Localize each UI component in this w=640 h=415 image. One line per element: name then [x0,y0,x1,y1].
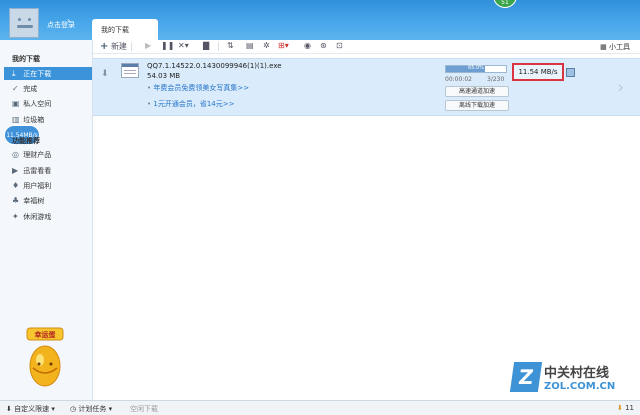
sidebar-item-private[interactable]: ▣ 私人空间 [12,99,92,111]
avatar-mouth [17,25,33,28]
task-filename: QQ7.1.14522.0.1430099946(1)(1).exe [147,62,282,70]
sidebar-item-label: 休闲游戏 [23,213,52,221]
toolbar-divider [131,42,132,51]
sort-icon[interactable]: ⇅ [227,41,234,50]
notification-badge[interactable]: 51 [493,0,517,8]
sidebar-item-games[interactable]: ✦ 休闲游戏 [12,212,92,224]
status-count: ⬇ 11 [617,404,634,412]
tools-grid-icon: ▦ [600,43,607,51]
avatar-eye [28,18,31,21]
gamepad-tool-icon[interactable]: ⊡ [336,41,343,50]
settings-gear-icon[interactable]: ✲ [263,41,270,50]
promo-link-vip[interactable]: • 年费会员免费领美女写真集>> [147,83,249,93]
download-list: ⬇ QQ7.1.14522.0.1430099946(1)(1).exe 54.… [93,55,640,400]
avatar-eye [18,18,21,21]
promo-link-membership[interactable]: • 1元开通会员，省14元>> [147,99,234,109]
tab-label: 我的下载 [101,26,129,34]
download-icon: ⤓ [12,69,16,78]
sidebar-item-label: 私人空间 [23,100,52,108]
exe-file-icon [121,63,139,78]
connection-counter: 3/230 [487,76,505,83]
plus-icon: + [100,41,109,52]
tree-icon: ♣ [12,196,20,205]
video-icon: ▶ [12,166,19,175]
sidebar-section-recommend: 功能推荐 [12,137,40,145]
sidebar-item-label: 垃圾箱 [23,116,45,124]
pause-icon[interactable]: ❚❚ [161,41,174,50]
tools-button[interactable]: ▦ 小工具 [600,42,630,52]
sidebar-item-video[interactable]: ▶ 迅雷看看 [12,166,92,178]
watermark-cn: 中关村在线 [544,366,610,381]
browser-icon[interactable]: ◉ [304,41,311,50]
sidebar-item-label: 理财产品 [23,151,52,159]
gift-icon: ♦ [12,181,20,190]
network-icon[interactable]: ⊛ [320,41,327,50]
speed-mode-icon[interactable]: ⊞▾ [278,41,289,50]
status-count-value: 11 [625,404,634,412]
promo-text: 1元开通会员，省14元>> [153,100,235,108]
plan-task-button[interactable]: ◷ 计划任务 ▾ [70,404,112,414]
login-link[interactable]: 点击登录 [47,20,75,30]
toolbar: + 新建 ▶ ❚❚ ✕▾ ▇ ⇅ ▤ ✲ ⊞▾ ◉ ⊛ ⊡ ▦ 小工具 [93,40,640,54]
sidebar-item-welfare[interactable]: ♦ 用户福利 [12,181,92,193]
sidebar-section-my: 我的下载 [12,55,40,63]
tab-my-downloads[interactable]: 我的下载 [92,19,158,40]
promo-text: 年费会员免费领美女写真集>> [153,84,250,92]
mascot-label: 幸运蛋 [35,330,56,339]
delete-icon[interactable]: ✕▾ [178,41,189,50]
properties-icon[interactable]: ▤ [246,41,254,50]
sidebar-item-label: 迅雷看看 [23,167,52,175]
sidebar-item-tree[interactable]: ♣ 幸福树 [12,196,92,208]
downloading-arrow-icon: ⬇ [101,69,109,79]
zol-logo-icon: Z [509,362,543,392]
download-speed: 11.54 MB/s [512,63,564,81]
speed-chart-icon[interactable] [566,68,575,77]
progress-text: 65.0% [468,65,484,71]
start-icon[interactable]: ▶ [145,41,151,50]
idle-download-button[interactable]: 空闲下载 [130,404,158,414]
speed-limit-button[interactable]: ⬇ 自定义限速 ▾ [6,404,55,414]
folder-icon: ▣ [12,99,20,108]
fast-channel-button[interactable]: 高速通道加速 [445,86,509,97]
new-task-label: 新建 [110,42,127,51]
tools-label: 小工具 [609,43,630,51]
status-bar: ⬇ 自定义限速 ▾ ◷ 计划任务 ▾ 空闲下载 ⬇ 11 [0,400,640,415]
progress-bar: 65.0% [445,65,507,73]
toolbar-divider [218,42,219,51]
watermark-en: ZOL.COM.CN [544,381,616,392]
lucky-egg-mascot[interactable]: 幸运蛋 [24,326,66,390]
task-size: 54.03 MB [147,72,181,80]
sidebar-item-downloading[interactable]: ⤓ 正在下载 [4,67,92,80]
gamepad-icon: ✦ [12,212,19,221]
new-task-button[interactable]: + 新建 [100,41,127,52]
check-icon: ✓ [12,84,19,93]
zol-watermark: Z 中关村在线 ZOL.COM.CN [509,362,632,396]
plan-task-label: 计划任务 [78,405,107,413]
login-arrow-icon: › [67,16,71,25]
sidebar-item-completed[interactable]: ✓ 完成 [12,84,92,96]
offline-accel-button[interactable]: 离线下载加速 [445,100,509,111]
avatar[interactable] [9,8,39,38]
sidebar-item-label: 完成 [23,85,38,93]
title-bar: 点击登录 › 51 我的下载 [0,0,640,40]
trash-icon: ▥ [12,115,20,124]
finance-icon: ◎ [12,150,19,159]
open-folder-icon[interactable]: ▇ [203,41,209,50]
download-small-icon: ⬇ [616,404,623,412]
sidebar-item-label: 用户福利 [23,182,52,190]
elapsed-time: 00:00:02 [445,76,472,83]
download-task-row[interactable]: ⬇ QQ7.1.14522.0.1430099946(1)(1).exe 54.… [93,58,640,116]
sidebar-item-label: 正在下载 [23,70,52,78]
sidebar-item-finance[interactable]: ◎ 理财产品 [12,150,92,162]
chevron-right-icon[interactable]: › [617,77,624,98]
sidebar-item-label: 幸福树 [23,197,45,205]
speed-limit-label: 自定义限速 [14,405,50,413]
